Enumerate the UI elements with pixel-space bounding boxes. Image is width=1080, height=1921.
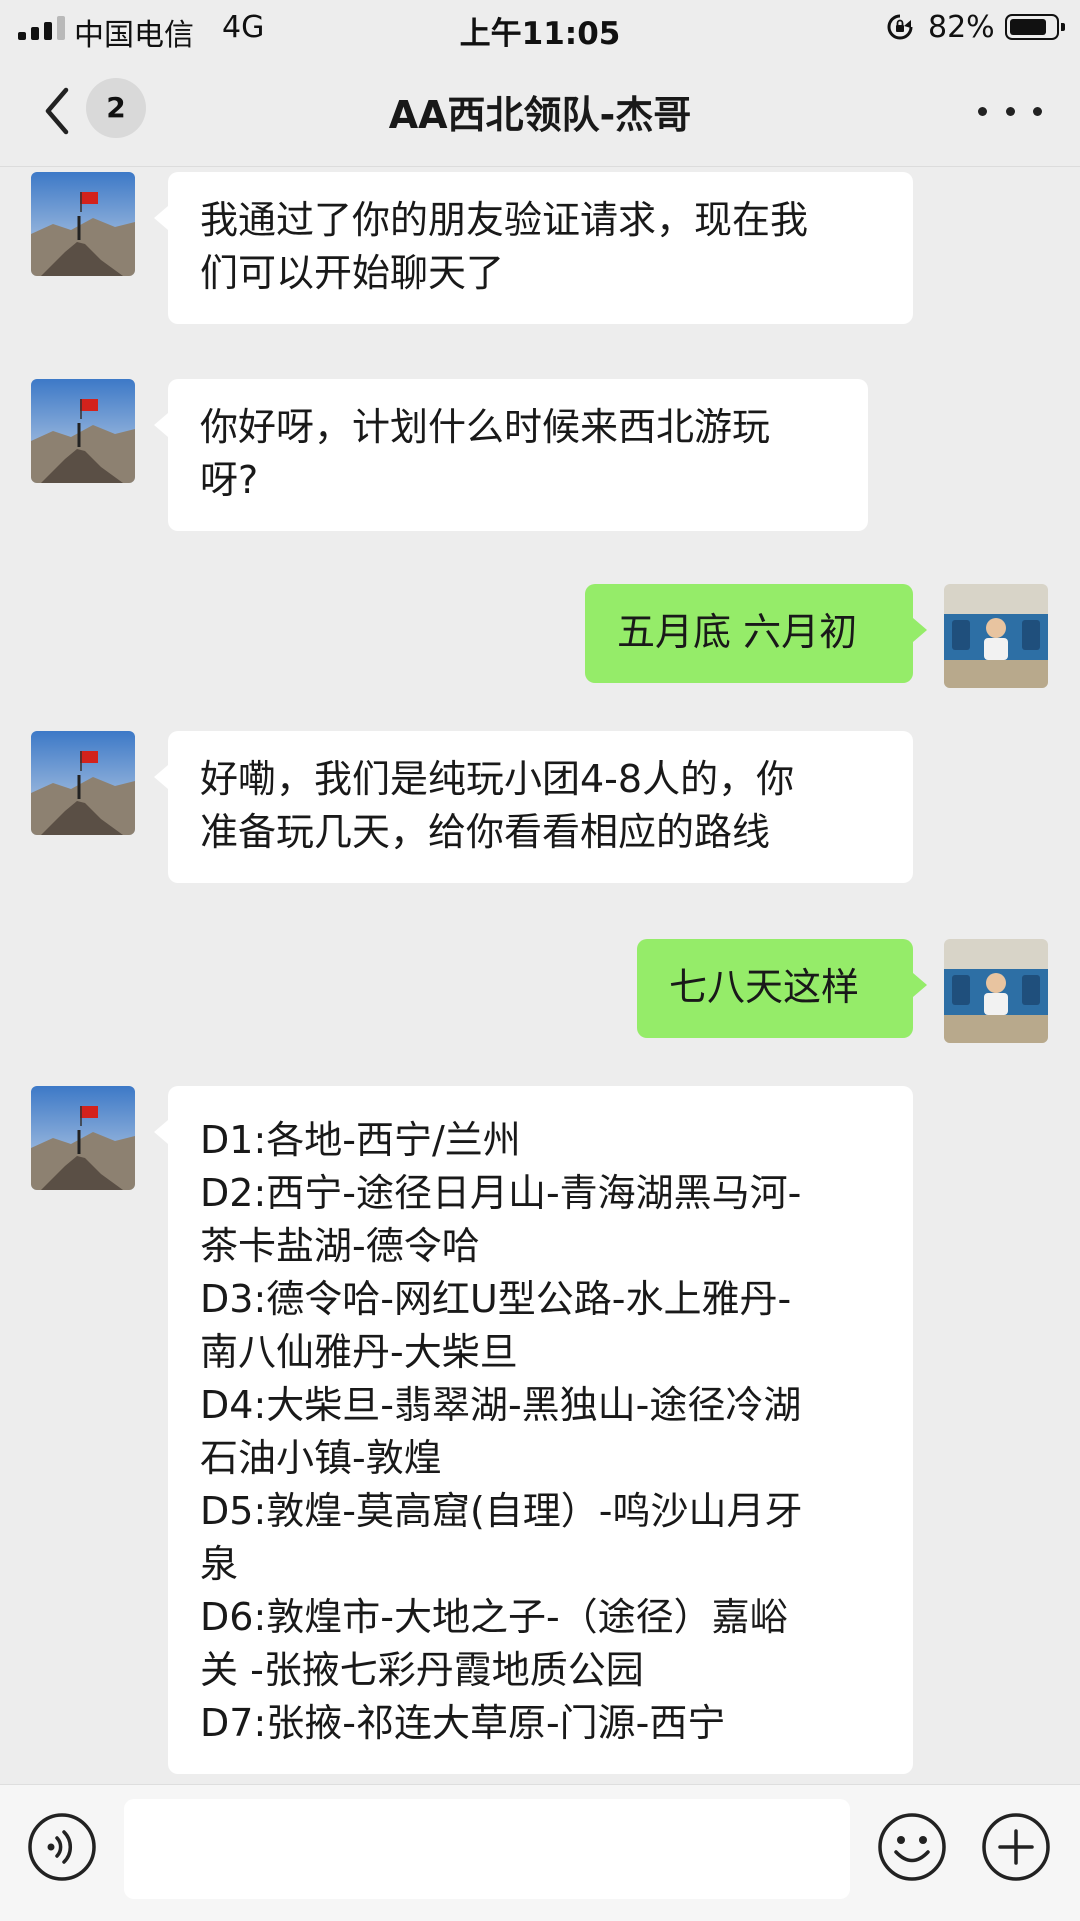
contact-avatar[interactable] <box>31 172 135 276</box>
chat-title: AA西北领队-杰哥 <box>388 93 692 137</box>
message-bubble-incoming[interactable]: 我通过了你的朋友验证请求，现在我 们可以开始聊天了 <box>154 172 913 324</box>
status-bar: 中国电信 4G 上午11:05 82% <box>0 0 1080 56</box>
message-bubble-outgoing[interactable]: 五月底 六月初 <box>585 584 927 683</box>
contact-avatar[interactable] <box>31 731 135 835</box>
my-avatar[interactable] <box>944 584 1048 688</box>
plus-icon[interactable] <box>980 1811 1052 1883</box>
chat-header: 2 AA西北领队-杰哥 <box>0 56 1080 167</box>
message-bubble-incoming[interactable]: 好嘞，我们是纯玩小团4-8人的，你 准备玩几天，给你看看相应的路线 <box>154 731 913 883</box>
rotation-lock-icon <box>887 14 913 40</box>
battery-percent: 82% <box>928 10 995 45</box>
status-time: 上午11:05 <box>459 16 621 52</box>
battery-icon <box>1005 14 1065 40</box>
my-avatar[interactable] <box>944 939 1048 1043</box>
voice-icon[interactable] <box>26 1811 98 1883</box>
message-bubble-outgoing[interactable]: 七八天这样 <box>637 939 927 1038</box>
contact-avatar[interactable] <box>31 1086 135 1190</box>
message-bubble-incoming[interactable]: D1:各地-西宁/兰州 D2:西宁-途径日月山-青海湖黑马河- 茶卡盐湖-德令哈… <box>154 1086 913 1774</box>
contact-avatar[interactable] <box>31 379 135 483</box>
input-bar <box>0 1784 1080 1921</box>
message-input[interactable] <box>124 1799 850 1899</box>
emoji-icon[interactable] <box>876 1811 948 1883</box>
more-dots-icon[interactable] <box>978 88 1042 134</box>
message-bubble-incoming[interactable]: 你好呀，计划什么时候来西北游玩 呀? <box>154 379 868 531</box>
